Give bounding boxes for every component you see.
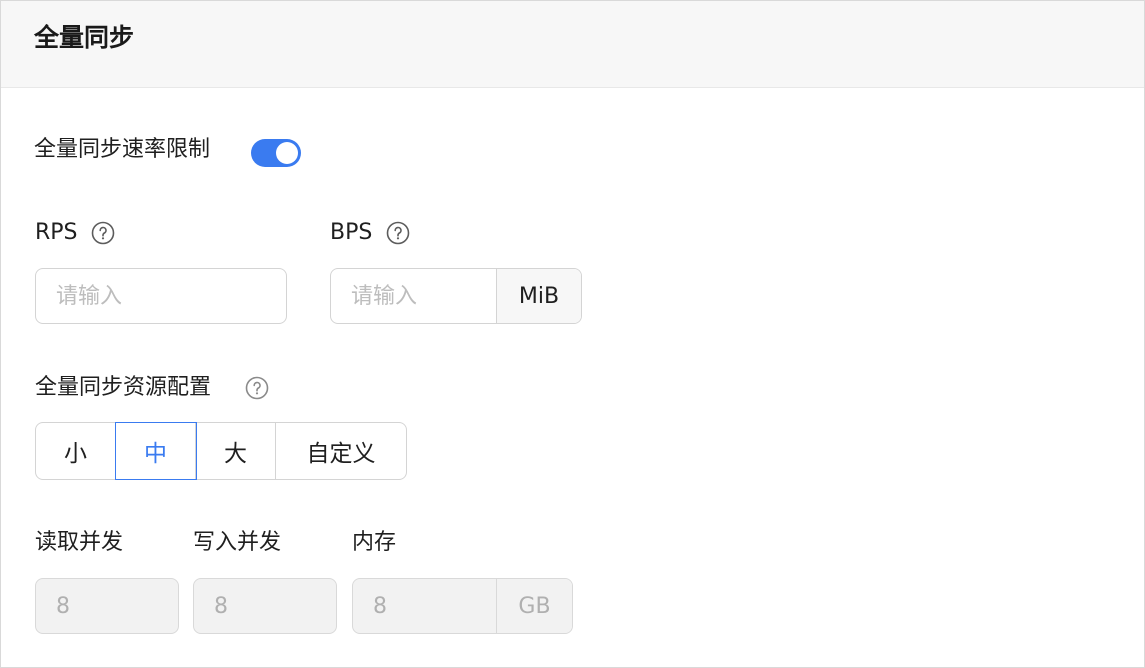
rate-limit-label: 全量同步速率限制 bbox=[34, 137, 211, 162]
resource-help-icon[interactable] bbox=[245, 376, 269, 400]
full-sync-panel: 全量同步 全量同步速率限制 RPS BPS MiB 全量同步资源配置 小 中 大… bbox=[0, 0, 1145, 668]
bps-help-icon[interactable] bbox=[386, 221, 410, 245]
resource-option-custom[interactable]: 自定义 bbox=[276, 423, 406, 479]
resource-option-large[interactable]: 大 bbox=[196, 423, 276, 479]
toggle-knob bbox=[276, 142, 298, 164]
read-concurrency-input: 8 bbox=[35, 578, 179, 634]
panel-title: 全量同步 bbox=[34, 23, 135, 52]
memory-input: 8 bbox=[373, 593, 387, 619]
bps-input-group: MiB bbox=[330, 268, 582, 324]
rate-limit-toggle[interactable] bbox=[251, 139, 301, 167]
resource-option-medium[interactable]: 中 bbox=[115, 422, 197, 480]
memory-input-group: 8 GB bbox=[352, 578, 573, 634]
resource-size-selector: 小 中 大 自定义 bbox=[35, 422, 407, 480]
bps-unit: MiB bbox=[496, 269, 581, 323]
memory-label: 内存 bbox=[352, 530, 397, 555]
panel-header: 全量同步 bbox=[1, 1, 1144, 88]
bps-label: BPS bbox=[330, 220, 373, 245]
resource-config-label: 全量同步资源配置 bbox=[35, 375, 212, 400]
rps-help-icon[interactable] bbox=[91, 221, 115, 245]
memory-unit: GB bbox=[496, 579, 572, 633]
resource-option-small[interactable]: 小 bbox=[36, 423, 116, 479]
rps-input[interactable] bbox=[35, 268, 287, 324]
bps-input[interactable] bbox=[331, 269, 496, 323]
write-concurrency-label: 写入并发 bbox=[193, 530, 282, 555]
write-concurrency-input: 8 bbox=[193, 578, 337, 634]
rps-label: RPS bbox=[35, 220, 78, 245]
read-concurrency-label: 读取并发 bbox=[35, 530, 124, 555]
